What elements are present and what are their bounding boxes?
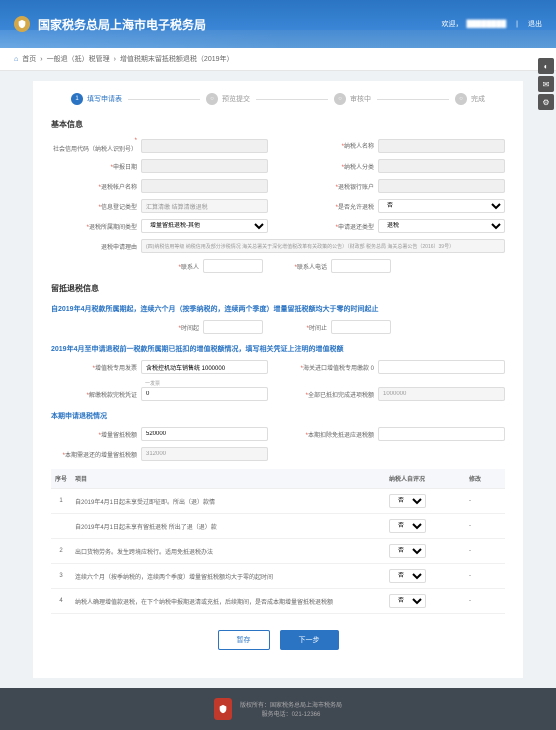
label-bqsb: *本期扣除免抵退应退税额 [288,430,378,439]
input-jbrdh[interactable] [331,259,391,273]
footer: 版权所有：国家税务总局上海市税务局 服务电话：021-12366 [0,688,556,730]
logout-link[interactable]: 退出 [528,19,542,29]
table-row: 自2019年4月1日起未享有留抵退税 所出了退（退）款否- [51,514,505,539]
input-sssq[interactable] [378,159,505,173]
input-lxdh[interactable] [378,179,505,193]
step-3: ○审核中 [334,93,371,105]
user-placeholder: ████████ [466,21,506,28]
input-bqsb[interactable] [378,427,505,441]
th-val: 纳税人自评况 [385,469,465,489]
breadcrumb-l2: 增值税期末留抵税额退税（2019年） [120,54,234,64]
footer-copyright: 版权所有：国家税务总局上海市税务局 [240,700,342,709]
section-basic: 基本信息 [51,119,505,130]
label-jbrdh: *联系人电话 [293,262,331,271]
select-btslx[interactable]: 否 [378,199,505,213]
blue-title-2: 2019年4月至申请退税前一税款所属期已抵扣的增值税额情况，填写相关凭证上注明的… [51,344,505,354]
row-select[interactable]: 否 [389,594,426,608]
breadcrumb: ⌂ 首页 › 一般退（抵）税管理 › 增值税期末留抵税额退税（2019年） [0,48,556,71]
row-select[interactable]: 否 [389,569,426,583]
label-zyfp: *增值税专用发票 [51,363,141,372]
label-sssq: *纳税人分类 [288,162,378,171]
th-idx: 序号 [51,469,71,489]
conditions-table: 序号 项目 纳税人自评况 修改 1自2019年4月1日起未享受过即征即。所出（退… [51,469,505,614]
label-addr: 退税申请理由 [51,242,141,251]
home-icon[interactable]: ⌂ [14,56,18,63]
blue-title-1: 自2019年4月税款所属期起，连续六个月（按季纳税的，连续两个季度）增量留抵税额… [51,304,505,314]
input-zlld[interactable] [141,427,268,441]
label-lxdh: *退税银行账户 [288,182,378,191]
label-jsbl: *本期需退还的增量留抵税额 [51,450,141,459]
label-jspz: *解缴税款完税凭证 [51,390,141,399]
input-qsrq[interactable] [203,320,263,334]
blue-title-3: 本期申请退税情况 [51,411,505,421]
step-1: 1填写申请表 [71,93,122,105]
row-select[interactable]: 否 [389,519,426,533]
breadcrumb-home[interactable]: 首页 [22,54,36,64]
save-button[interactable]: 暂存 [218,630,270,650]
th-item: 项目 [71,469,385,489]
footer-phone: 服务电话：021-12366 [240,709,342,718]
welcome-text: 欢迎， [441,19,462,29]
label-btslx: *是否允许退税 [288,202,378,211]
section-liudi: 留抵退税信息 [51,283,505,294]
table-row: 3连续六个月（按季纳税的，连续两个季度）增量留抵税额均大于零的起时间否- [51,564,505,589]
select-sfzh[interactable]: 退税 [378,219,505,233]
input-hgjk[interactable] [378,360,505,374]
input-addr[interactable] [141,239,505,253]
label-lxrmc: *退税帐户名称 [51,182,141,191]
label-zlld: *增量留抵税额 [51,430,141,439]
label-xstse: *信息登记类型 [51,202,141,211]
input-yjse[interactable] [378,387,505,401]
input-nsrmc[interactable] [378,139,505,153]
input-jbr[interactable] [203,259,263,273]
step-2: ○预览提交 [206,93,250,105]
input-zyfp[interactable] [141,360,268,374]
label-zzrq: *时间止 [293,323,331,332]
select-sysb[interactable]: 增量留抵退税-其他 [141,219,268,233]
breadcrumb-l1[interactable]: 一般退（抵）税管理 [47,54,110,64]
side-tool-2[interactable]: ✉ [538,76,554,92]
side-tool-3[interactable]: ⚙ [538,94,554,110]
label-sfzh: *申请退还类型 [288,222,378,231]
footer-badge-icon [214,698,232,720]
label-qsrq: *时间起 [165,323,203,332]
input-jsbl[interactable] [141,447,268,461]
label-nsrsbh: *社会信用代码（纳税人识别号） [51,138,141,153]
tax-logo [14,16,30,32]
table-row: 2出口货物劳务。发生跨境应税行。适用免抵退税办法否- [51,539,505,564]
input-jspz[interactable] [141,387,268,401]
label-sysb: *退税所属期间类型 [51,222,141,231]
input-sbrq[interactable] [141,159,268,173]
table-row: 1自2019年4月1日起未享受过即征即。所出（退）款情否- [51,489,505,514]
table-row: 4纳税人确理增值款退税，在下个纳税申报期退清或充抵，后续期间，是否成本期增量留抵… [51,589,505,614]
row-select[interactable]: 否 [389,544,426,558]
input-xstse[interactable] [141,199,268,213]
step-indicator: 1填写申请表 ○预览提交 ○审核中 ○完成 [51,93,505,105]
input-nsrsbh[interactable] [141,139,268,153]
next-button[interactable]: 下一步 [280,630,339,650]
label-yjse: *全部已抵扣完成进项税额 [288,390,378,399]
label-jbr: *联系人 [165,262,203,271]
th-op: 修改 [465,469,505,489]
step-4: ○完成 [455,93,485,105]
label-nsrmc: *纳税人名称 [288,141,378,150]
header-title: 国家税务总局上海市电子税务局 [38,16,206,33]
side-tool-1[interactable]: ◐ [538,58,554,74]
input-lxrmc[interactable] [141,179,268,193]
label-hgjk: *海关进口增值税专用缴款 0 [288,363,378,372]
input-zzrq[interactable] [331,320,391,334]
zyfp-sub: 一发票 [145,380,505,387]
label-sbrq: *申报日期 [51,162,141,171]
row-select[interactable]: 否 [389,494,426,508]
